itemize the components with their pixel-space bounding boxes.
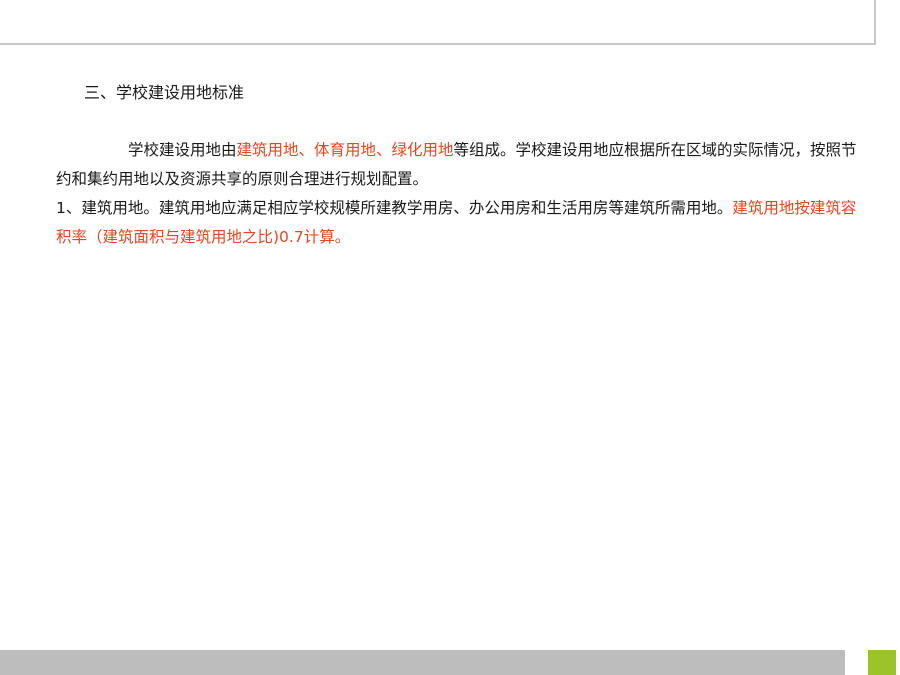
paragraph-building-land: 1、建筑用地。建筑用地应满足相应学校规模所建教学用房、办公用房和生活用房等建筑所… bbox=[56, 194, 868, 252]
footer-bar bbox=[0, 650, 845, 675]
footer-accent-square bbox=[868, 650, 896, 675]
section-heading: 三、学校建设用地标准 bbox=[84, 83, 245, 102]
header-divider bbox=[0, 43, 876, 45]
paragraph1-prefix: 学校建设用地由 bbox=[128, 141, 237, 159]
paragraph-land-composition: 学校建设用地由建筑用地、体育用地、绿化用地等组成。学校建设用地应根据所在区域的实… bbox=[56, 136, 868, 194]
header-vertical-divider bbox=[874, 0, 876, 45]
paragraph1-highlight: 建筑用地、体育用地、绿化用地 bbox=[236, 141, 454, 159]
slide-body: 学校建设用地由建筑用地、体育用地、绿化用地等组成。学校建设用地应根据所在区域的实… bbox=[56, 136, 868, 252]
paragraph2-prefix: 1、建筑用地。建筑用地应满足相应学校规模所建教学用房、办公用房和生活用房等建筑所… bbox=[56, 199, 733, 217]
